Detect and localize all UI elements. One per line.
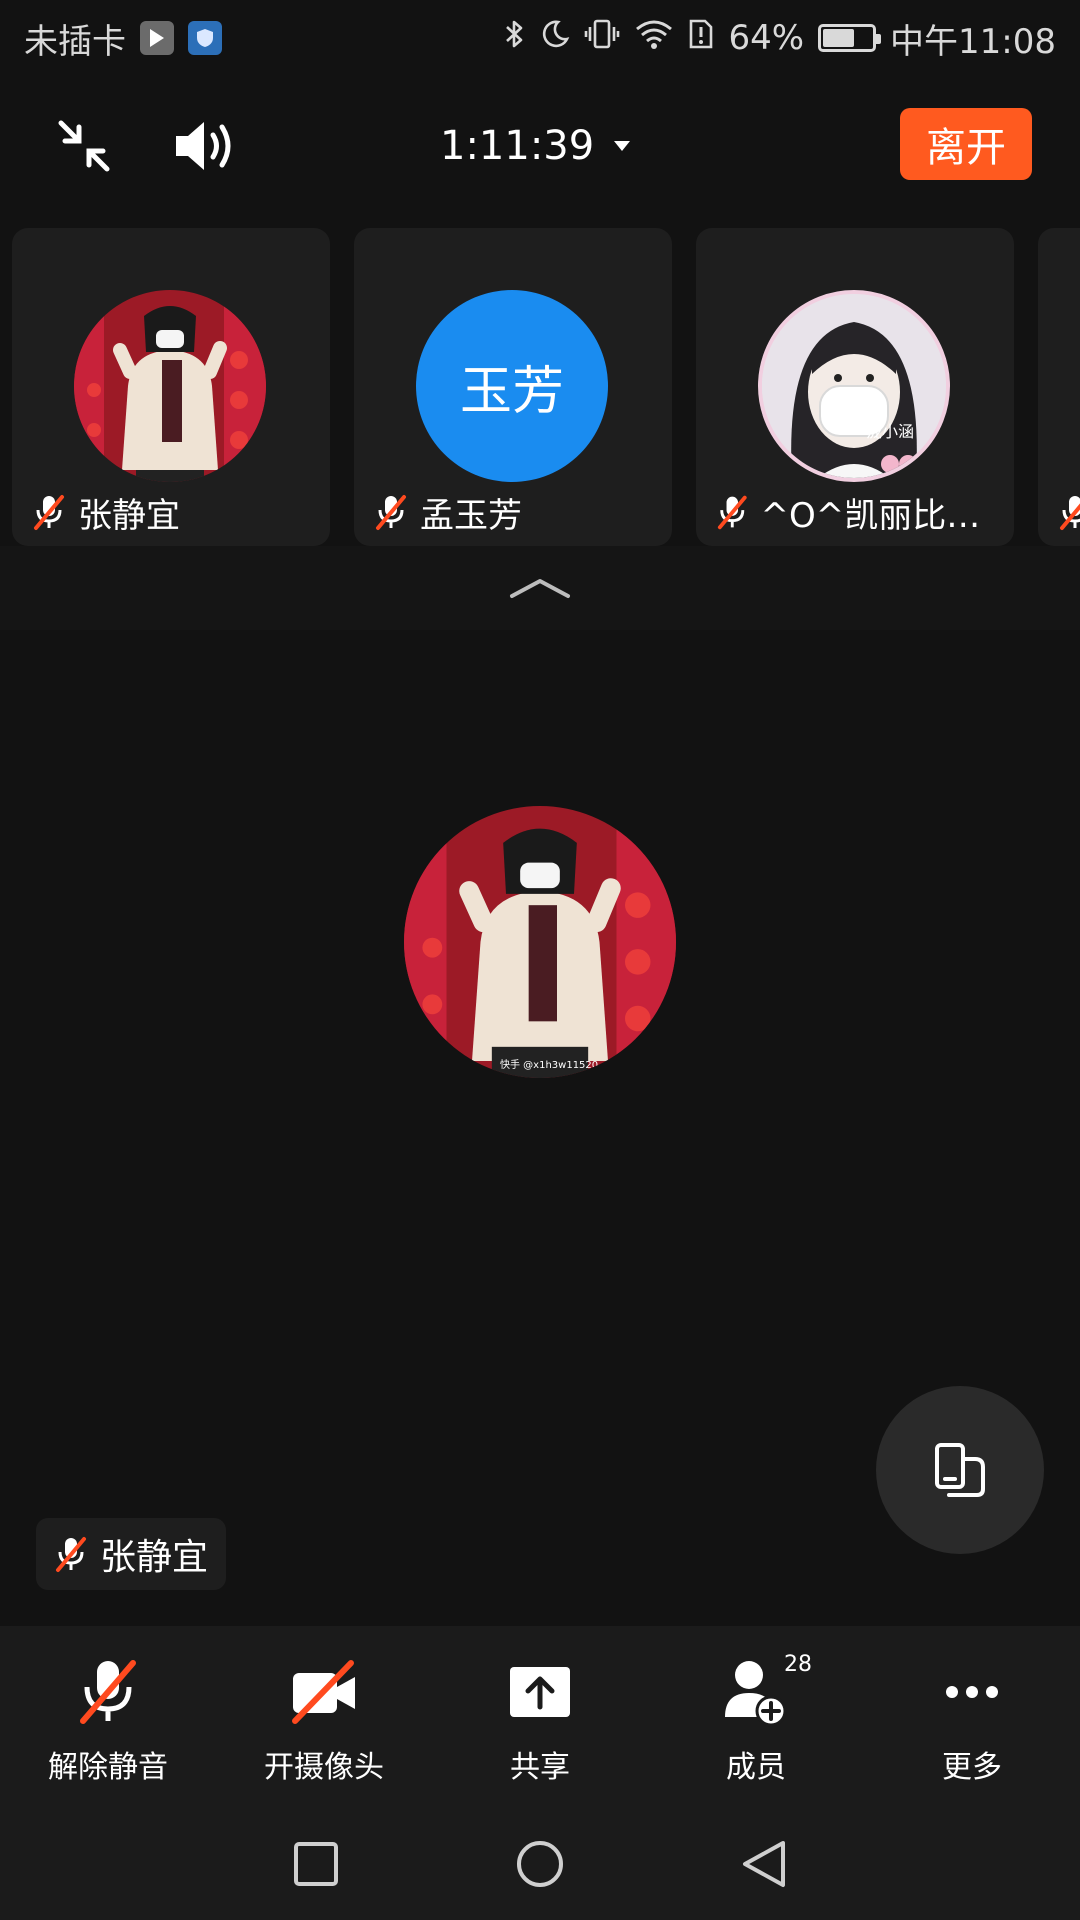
speaker-button[interactable]: [170, 114, 240, 178]
moon-icon: [540, 18, 570, 58]
participant-name-row: [1058, 490, 1080, 534]
avatar-photo-girl-icon: [74, 290, 266, 482]
unmute-button[interactable]: 解除静音: [8, 1656, 208, 1786]
participant-name: ^O^凯丽比努...: [760, 495, 1002, 535]
participant-tile[interactable]: 张静宜: [12, 228, 330, 546]
chevron-up-icon: [510, 579, 570, 598]
caret-down-icon: [614, 141, 631, 151]
meeting-timer-button[interactable]: 1:11:39: [440, 114, 632, 178]
meeting-top-bar: 1:11:39 离开: [0, 96, 1080, 196]
minimize-window-button[interactable]: [52, 114, 116, 178]
members-button[interactable]: 28 成员: [656, 1652, 856, 1786]
avatar-photo-girl-icon: [404, 806, 676, 1078]
mic-off-icon: [63, 1656, 153, 1728]
avatar-photo-mask-girl-icon: [762, 294, 946, 478]
status-left: 未插卡: [24, 14, 222, 63]
camera-on-button[interactable]: 开摄像头: [224, 1656, 424, 1786]
avatar: [74, 290, 266, 482]
camera-label: 开摄像头: [264, 1750, 384, 1785]
participant-tile[interactable]: 玉芳 孟玉芳: [354, 228, 672, 546]
participant-tile[interactable]: 泷小涵 ^O^凯丽比努...: [696, 228, 1014, 546]
more-label: 更多: [942, 1750, 1002, 1785]
share-upload-icon: [495, 1656, 585, 1728]
collapse-arrows-icon: [58, 120, 110, 172]
home-button[interactable]: [515, 1839, 565, 1893]
avatar-caption: 泷小涵: [866, 422, 915, 441]
members-label: 成员: [726, 1750, 786, 1785]
mic-muted-icon: [34, 495, 64, 530]
member-count-badge: 28: [784, 1652, 812, 1677]
participant-name: 孟玉芳: [420, 495, 522, 535]
main-video-area[interactable]: 快手 @x1h3w11520 张静宜: [0, 630, 1080, 1626]
app-notification-icon: [140, 21, 174, 55]
battery-fill: [823, 29, 854, 47]
participant-name-row: 孟玉芳: [374, 490, 660, 534]
shield-icon: [188, 21, 222, 55]
speaker-volume-icon: [176, 122, 231, 170]
bluetooth-icon: [504, 18, 526, 59]
wifi-icon: [634, 18, 674, 59]
switch-device-icon: [935, 1443, 985, 1497]
status-time: 中午11:08: [890, 21, 1056, 62]
participant-name: 张静宜: [78, 495, 180, 535]
recents-button[interactable]: [293, 1841, 339, 1891]
status-right: 64% 中午11:08: [504, 14, 1056, 63]
battery-icon: [818, 24, 882, 52]
camera-off-icon: [279, 1656, 369, 1728]
mic-muted-icon: [56, 1537, 86, 1572]
triangle-back-icon: [743, 1841, 785, 1887]
more-button[interactable]: 更多: [872, 1656, 1072, 1786]
circle-home-icon: [517, 1841, 563, 1887]
active-speaker-tag: 张静宜: [36, 1518, 227, 1590]
participant-name-row: 张静宜: [32, 490, 318, 534]
unmute-label: 解除静音: [48, 1750, 168, 1785]
mic-muted-icon: [1060, 496, 1080, 530]
meeting-screen: 未插卡 64% 中午11:08 1:11:39 离开 张静宜 玉芳 孟玉芳 泷小…: [0, 0, 1080, 1920]
vibrate-icon: [584, 18, 620, 59]
status-bar: 未插卡 64% 中午11:08: [0, 0, 1080, 76]
mic-muted-icon: [376, 495, 406, 530]
active-speaker-avatar: 快手 @x1h3w11520: [404, 806, 676, 1078]
system-navigation-bar: [0, 1812, 1080, 1920]
sim-alert-icon: [688, 18, 714, 59]
carrier-text: 未插卡: [24, 21, 126, 62]
back-button[interactable]: [741, 1839, 787, 1893]
collapse-strip-button[interactable]: [0, 546, 1080, 630]
avatar: 泷小涵: [758, 290, 950, 482]
participant-strip[interactable]: 张静宜 玉芳 孟玉芳 泷小涵 ^O^凯丽比努...: [0, 228, 1080, 546]
more-dots-icon: [927, 1656, 1017, 1728]
square-recents-icon: [294, 1842, 338, 1886]
mic-muted-icon: [717, 495, 747, 530]
active-speaker-name: 张静宜: [100, 1537, 209, 1578]
share-label: 共享: [510, 1750, 570, 1785]
switch-device-button[interactable]: [876, 1386, 1044, 1554]
avatar-initials: 玉芳: [416, 290, 608, 482]
meeting-duration: 1:11:39: [440, 123, 595, 169]
meeting-toolbar: 解除静音 开摄像头 共享 28 成员 更多: [0, 1626, 1080, 1812]
avatar-watermark: 快手 @x1h3w11520: [500, 1060, 599, 1071]
share-button[interactable]: 共享: [440, 1656, 640, 1786]
participant-tile-partial[interactable]: [1038, 228, 1080, 546]
leave-button[interactable]: 离开: [900, 108, 1032, 180]
participant-name-row: ^O^凯丽比努...: [716, 490, 1002, 534]
battery-percent: 64%: [728, 18, 805, 58]
